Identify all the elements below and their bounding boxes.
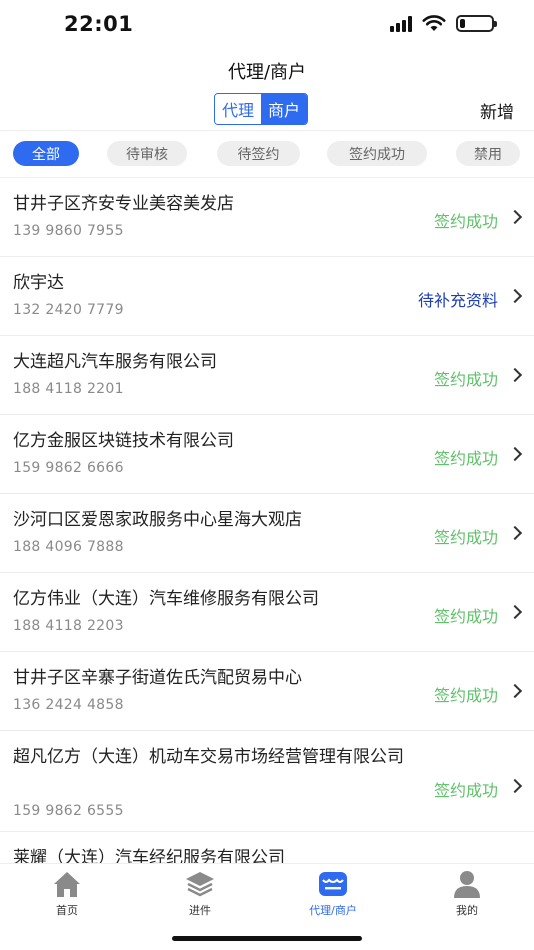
chevron-right-icon bbox=[507, 209, 523, 225]
chevron-right-icon bbox=[507, 446, 523, 462]
tab-mine[interactable]: 我的 bbox=[417, 870, 517, 918]
list-item[interactable]: 沙河口区爱恩家政服务中心星海大观店 188 4096 7888 签约成功 bbox=[0, 494, 534, 573]
merchant-name: 大连超凡汽车服务有限公司 bbox=[13, 352, 217, 372]
merchant-name: 亿方金服区块链技术有限公司 bbox=[13, 431, 234, 451]
home-indicator bbox=[172, 936, 362, 941]
chevron-right-icon bbox=[507, 778, 523, 794]
merchant-name: 甘井子区齐安专业美容美发店 bbox=[13, 194, 234, 214]
battery-icon bbox=[456, 15, 497, 32]
user-icon bbox=[417, 870, 517, 898]
tab-home[interactable]: 首页 bbox=[17, 870, 117, 918]
home-icon bbox=[17, 870, 117, 898]
filter-chip[interactable]: 待审核 bbox=[107, 141, 187, 166]
wifi-icon bbox=[422, 15, 446, 31]
merchant-phone: 188 4118 2201 bbox=[13, 381, 124, 397]
filter-chip[interactable]: 禁用 bbox=[456, 141, 520, 166]
filter-chip[interactable]: 待签约 bbox=[217, 141, 300, 166]
merchant-name: 欣宇达 bbox=[13, 273, 64, 293]
list-item[interactable]: 大连超凡汽车服务有限公司 188 4118 2201 签约成功 bbox=[0, 336, 534, 415]
list-item[interactable]: 亿方伟业（大连）汽车维修服务有限公司 188 4118 2203 签约成功 bbox=[0, 573, 534, 652]
cellular-signal-icon bbox=[390, 15, 412, 32]
list-item[interactable]: 超凡亿方（大连）机动车交易市场经营管理有限公司 159 9862 6555 签约成功 bbox=[0, 731, 534, 832]
status-time: 22:01 bbox=[64, 12, 134, 36]
merchant-status: 签约成功 bbox=[433, 781, 498, 800]
chevron-right-icon bbox=[507, 288, 523, 304]
merchant-status: 签约成功 bbox=[433, 370, 498, 389]
merchant-status: 签约成功 bbox=[433, 212, 498, 231]
merchant-name: 超凡亿方（大连）机动车交易市场经营管理有限公司 bbox=[13, 747, 404, 767]
merchant-phone: 136 2424 4858 bbox=[13, 697, 124, 713]
status-icons bbox=[390, 15, 497, 32]
merchant-phone: 159 9862 6555 bbox=[13, 803, 124, 819]
segmented-control: 代理 商户 bbox=[214, 93, 309, 125]
filter-bar: 全部 待审核 待签约 签约成功 禁用 bbox=[0, 130, 534, 178]
merchant-status: 签约成功 bbox=[433, 607, 498, 626]
list-item[interactable]: 亿方金服区块链技术有限公司 159 9862 6666 签约成功 bbox=[0, 415, 534, 494]
chevron-right-icon bbox=[507, 367, 523, 383]
layers-icon bbox=[150, 870, 250, 898]
chevron-right-icon bbox=[507, 525, 523, 541]
merchant-phone: 132 2420 7779 bbox=[13, 302, 124, 318]
tab-label: 代理/商户 bbox=[309, 904, 357, 917]
chevron-right-icon bbox=[507, 683, 523, 699]
status-bar: 22:01 bbox=[0, 0, 534, 52]
merchant-phone: 188 4118 2203 bbox=[13, 618, 124, 634]
tab-label: 进件 bbox=[189, 904, 211, 917]
merchant-name: 亿方伟业（大连）汽车维修服务有限公司 bbox=[13, 589, 319, 609]
merchant-status: 签约成功 bbox=[433, 528, 498, 547]
merchant-phone: 159 9862 6666 bbox=[13, 460, 124, 476]
merchant-phone: 188 4096 7888 bbox=[13, 539, 124, 555]
merchant-status: 签约成功 bbox=[433, 449, 498, 468]
filter-chip[interactable]: 全部 bbox=[13, 141, 79, 166]
merchant-name: 沙河口区爱恩家政服务中心星海大观店 bbox=[13, 510, 302, 530]
segment-agent[interactable]: 代理 bbox=[215, 94, 262, 124]
tab-agent-merchant[interactable]: 代理/商户 bbox=[283, 870, 383, 918]
list-item[interactable]: 甘井子区辛寨子街道佐氏汽配贸易中心 136 2424 4858 签约成功 bbox=[0, 652, 534, 731]
filter-chip[interactable]: 签约成功 bbox=[327, 141, 427, 166]
tab-submission[interactable]: 进件 bbox=[150, 870, 250, 918]
chevron-right-icon bbox=[507, 604, 523, 620]
page-title: 代理/商户 bbox=[227, 62, 307, 83]
merchant-phone: 139 9860 7955 bbox=[13, 223, 124, 239]
merchant-status: 待补充资料 bbox=[417, 291, 498, 310]
merchant-status: 签约成功 bbox=[433, 686, 498, 705]
store-icon bbox=[283, 870, 383, 898]
tab-label: 我的 bbox=[456, 904, 478, 917]
list-item[interactable]: 欣宇达 132 2420 7779 待补充资料 bbox=[0, 257, 534, 336]
list-item[interactable]: 甘井子区齐安专业美容美发店 139 9860 7955 签约成功 bbox=[0, 178, 534, 257]
add-button[interactable]: 新增 bbox=[480, 98, 514, 123]
merchant-name: 甘井子区辛寨子街道佐氏汽配贸易中心 bbox=[13, 668, 302, 688]
merchant-list: 甘井子区齐安专业美容美发店 139 9860 7955 签约成功 欣宇达 132 242… bbox=[0, 178, 534, 911]
tab-label: 首页 bbox=[56, 904, 78, 917]
segment-merchant[interactable]: 商户 bbox=[261, 94, 308, 124]
